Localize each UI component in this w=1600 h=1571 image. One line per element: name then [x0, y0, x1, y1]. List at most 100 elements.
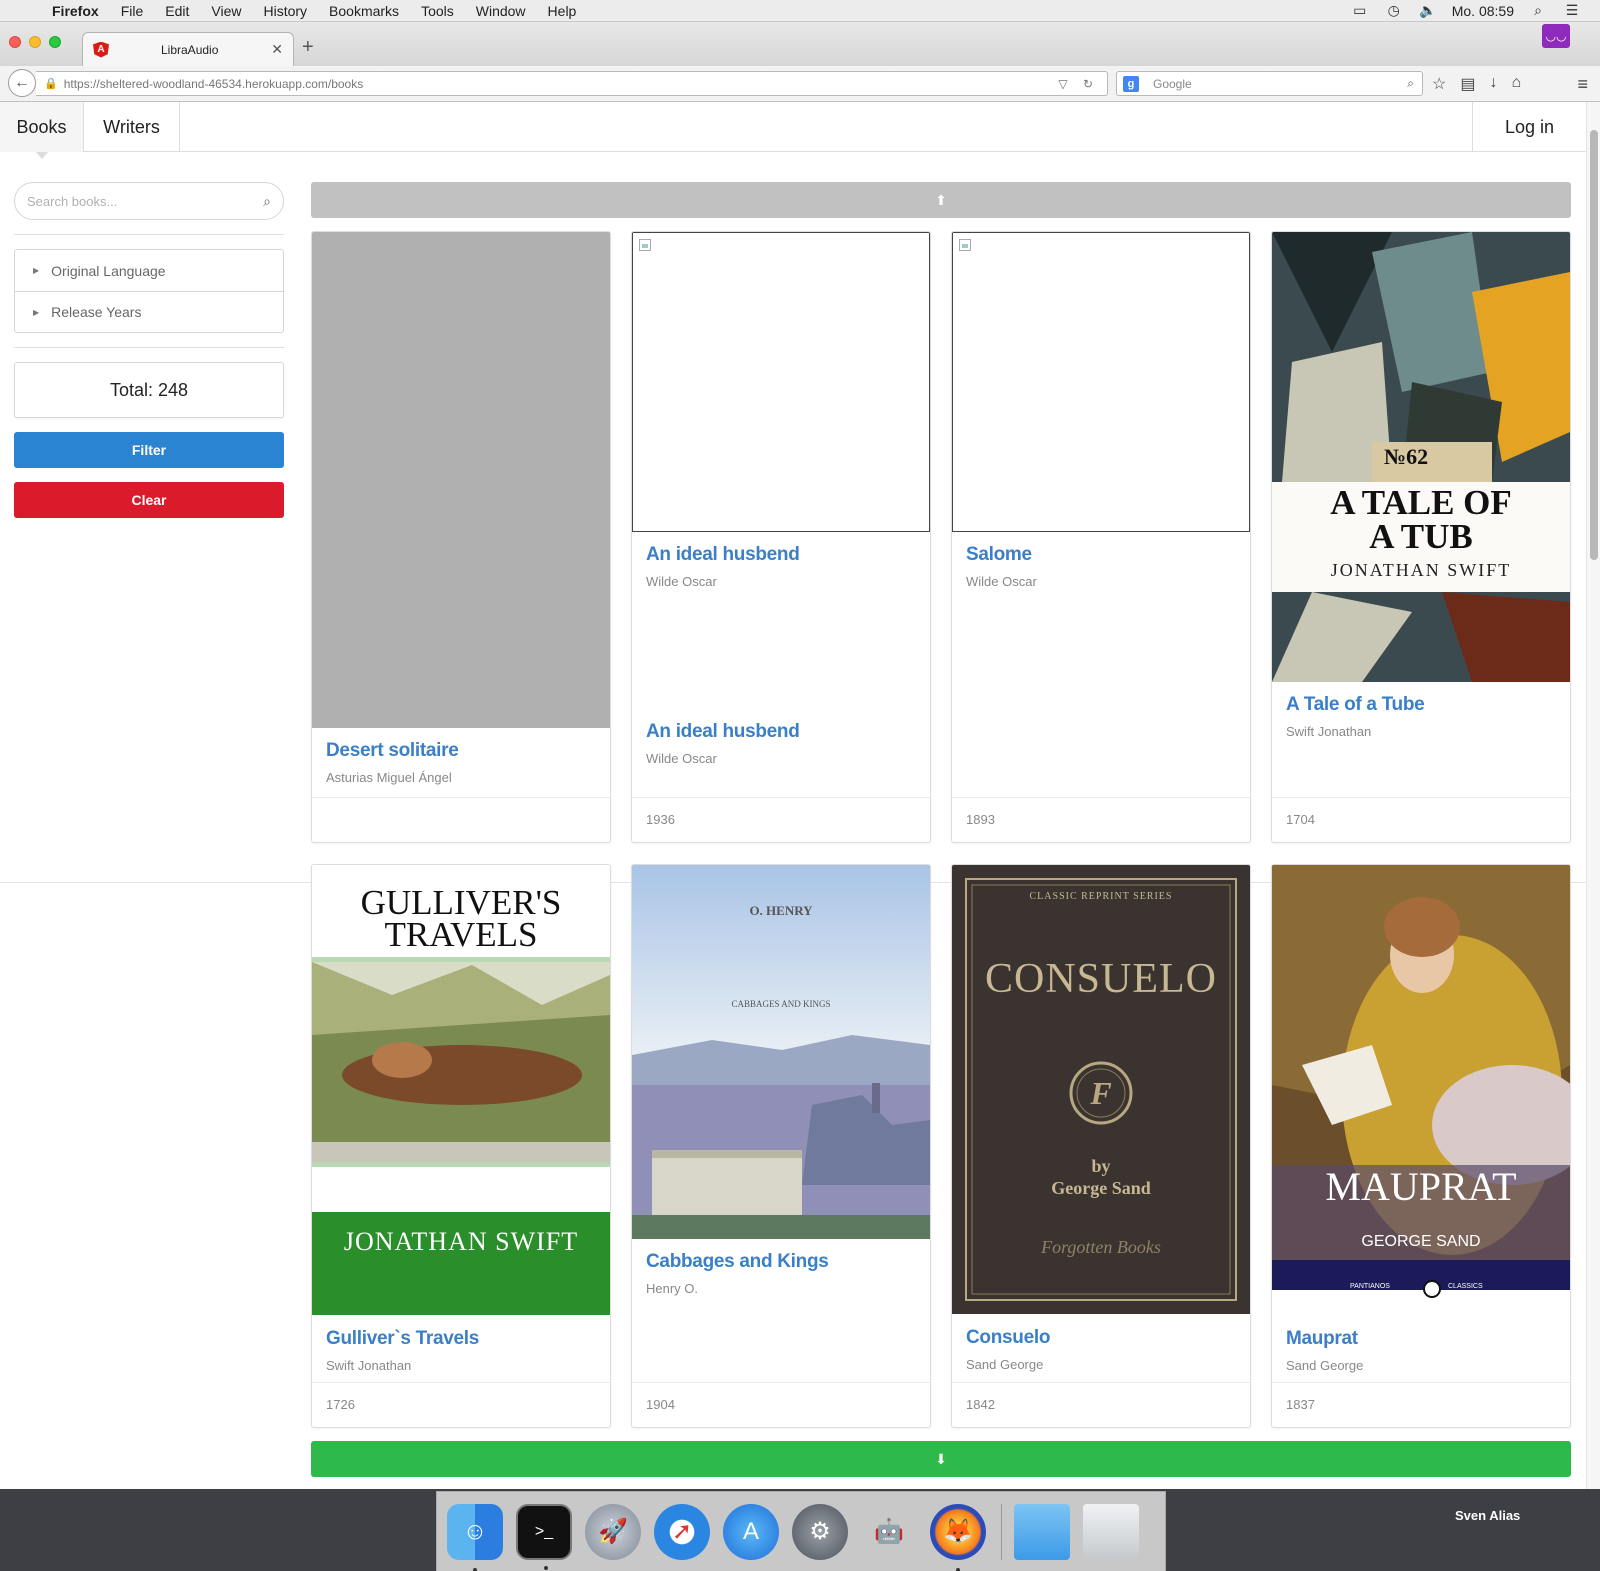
book-card[interactable]: Salome Wilde Oscar 1893: [951, 231, 1251, 843]
launchpad-icon[interactable]: 🚀: [585, 1503, 641, 1560]
book-cover-broken[interactable]: [632, 232, 930, 532]
book-author: Wilde Oscar: [646, 574, 717, 589]
search-icon[interactable]: ⌕: [263, 193, 271, 210]
browser-titlebar: A LibraAudio ✕ + ◡◡: [0, 22, 1600, 66]
time-machine-icon[interactable]: ◷: [1384, 2, 1404, 19]
book-title-link[interactable]: An ideal husbend: [646, 544, 800, 566]
scrollbar-thumb[interactable]: [1590, 130, 1598, 560]
cover-author-line: George Sand: [1051, 1178, 1151, 1198]
google-engine-icon[interactable]: g: [1123, 75, 1139, 92]
url-text[interactable]: https://sheltered-woodland-46534.herokua…: [64, 77, 364, 91]
menu-edit[interactable]: Edit: [165, 0, 189, 22]
cover-art: [632, 865, 930, 1239]
cover-title: A TALE OF A TUB: [1272, 485, 1570, 556]
reading-list-icon[interactable]: ▤: [1460, 74, 1475, 94]
previous-page-button[interactable]: ⬆: [311, 182, 1571, 218]
cover-author: JONATHAN SWIFT: [343, 1227, 579, 1256]
nav-tab-writers[interactable]: Writers: [84, 102, 180, 152]
clear-button[interactable]: Clear: [14, 482, 284, 518]
lock-icon[interactable]: 🔒: [44, 77, 58, 90]
book-card[interactable]: MAUPRAT GEORGE SAND PANTIANOS CLASSICS M…: [1271, 864, 1571, 1428]
filter-button[interactable]: Filter: [14, 432, 284, 468]
book-title-link[interactable]: Cabbages and Kings: [646, 1251, 829, 1273]
system-preferences-icon[interactable]: ⚙: [792, 1503, 848, 1560]
url-host: https://sheltered-woodland-46534.herokua…: [63, 76, 328, 91]
book-cover-consuelo[interactable]: CLASSIC REPRINT SERIES CONSUELO F by Geo…: [952, 865, 1250, 1314]
book-card[interactable]: №62 A TALE OF A TUB JONATHAN SWIFT A Tal…: [1271, 231, 1571, 843]
hamburger-menu-icon[interactable]: ≡: [1577, 74, 1588, 95]
filter-original-language[interactable]: ▶ Original Language: [15, 250, 283, 291]
menu-history[interactable]: History: [263, 0, 307, 22]
safari-icon[interactable]: ➚: [654, 1503, 710, 1560]
menubar-clock[interactable]: Mo. 08:59: [1452, 3, 1514, 19]
search-bar[interactable]: g Google ⌕: [1116, 71, 1423, 96]
cover-publisher: Forgotten Books: [1041, 1237, 1161, 1257]
cover-title-line: A TUB: [1369, 517, 1473, 556]
url-path: /books: [327, 76, 364, 91]
book-title-link[interactable]: An ideal husbend: [646, 721, 800, 743]
app-store-icon[interactable]: A: [723, 1503, 779, 1560]
menu-file[interactable]: File: [121, 0, 144, 22]
login-link[interactable]: Log in: [1472, 102, 1586, 152]
book-year: 1837: [1272, 1382, 1570, 1427]
book-card[interactable]: GULLIVER'S TRAVELS JONATHAN SWIFT Gulliv…: [311, 864, 611, 1428]
filter-release-years[interactable]: ▶ Release Years: [15, 291, 283, 332]
divider: [14, 234, 284, 235]
book-title-link[interactable]: A Tale of a Tube: [1286, 694, 1425, 716]
notification-center-icon[interactable]: ☰: [1562, 2, 1582, 19]
next-page-button[interactable]: ⬇: [311, 1441, 1571, 1477]
book-title-link[interactable]: Gulliver`s Travels: [326, 1328, 479, 1350]
book-card[interactable]: CLASSIC REPRINT SERIES CONSUELO F by Geo…: [951, 864, 1251, 1428]
search-icon[interactable]: ⌕: [1407, 76, 1414, 91]
maximize-window-button[interactable]: [49, 36, 61, 48]
book-title-link[interactable]: Desert solitaire: [326, 740, 459, 762]
url-bar[interactable]: 🔒 https://sheltered-woodland-46534.herok…: [36, 71, 1108, 96]
book-card[interactable]: Desert solitaire Asturias Miguel Ángel: [311, 231, 611, 843]
menu-help[interactable]: Help: [548, 0, 577, 22]
book-cover-placeholder[interactable]: [312, 232, 610, 728]
book-author: Swift Jonathan: [326, 1358, 412, 1373]
cover-title: CABBAGES AND KINGS: [731, 999, 831, 1009]
home-icon[interactable]: ⌂: [1511, 74, 1521, 94]
download-icon[interactable]: ↓: [1489, 74, 1497, 94]
book-cover-gullivers-travels[interactable]: GULLIVER'S TRAVELS JONATHAN SWIFT: [312, 865, 610, 1315]
volume-icon[interactable]: 🔈: [1418, 2, 1438, 19]
close-window-button[interactable]: [9, 36, 21, 48]
menu-view[interactable]: View: [211, 0, 241, 22]
book-title-link[interactable]: Salome: [966, 544, 1032, 566]
close-tab-icon[interactable]: ✕: [271, 41, 283, 58]
reload-icon[interactable]: ▽ ↻: [1058, 77, 1099, 91]
minimize-window-button[interactable]: [29, 36, 41, 48]
book-title-link[interactable]: Mauprat: [1286, 1328, 1358, 1350]
spotlight-icon[interactable]: ⌕: [1528, 2, 1548, 19]
display-icon[interactable]: ▭: [1350, 2, 1370, 19]
book-card[interactable]: An ideal husbend Wilde Oscar An ideal hu…: [631, 231, 931, 843]
book-search-input[interactable]: Search books... ⌕: [14, 182, 284, 220]
book-card[interactable]: O. HENRY CABBAGES AND KINGS Cabbages and…: [631, 864, 931, 1428]
book-title-link[interactable]: Consuelo: [966, 1327, 1050, 1349]
folder-icon[interactable]: [1014, 1503, 1070, 1560]
total-count: Total: 248: [14, 362, 284, 418]
menu-app-name[interactable]: Firefox: [52, 0, 99, 22]
cover-monogram: F: [1090, 1075, 1112, 1111]
nav-tab-books[interactable]: Books: [0, 102, 84, 152]
terminal-icon[interactable]: >_: [516, 1503, 572, 1570]
cover-number: №62: [1384, 444, 1429, 469]
bookmark-star-icon[interactable]: ☆: [1432, 74, 1446, 94]
new-tab-button[interactable]: +: [302, 36, 314, 59]
finder-icon[interactable]: ☺: [447, 1503, 503, 1571]
menu-window[interactable]: Window: [476, 0, 526, 22]
automator-icon[interactable]: 🤖: [861, 1504, 917, 1560]
page-scrollbar[interactable]: [1586, 102, 1600, 1489]
book-cover-tale-of-a-tub[interactable]: №62 A TALE OF A TUB JONATHAN SWIFT: [1272, 232, 1570, 682]
browser-tab[interactable]: A LibraAudio ✕: [82, 32, 294, 66]
back-button[interactable]: ←: [8, 69, 36, 97]
trash-icon[interactable]: [1083, 1503, 1139, 1560]
book-author: Henry O.: [646, 1281, 699, 1296]
book-cover-cabbages-and-kings[interactable]: O. HENRY CABBAGES AND KINGS: [632, 865, 930, 1239]
menu-tools[interactable]: Tools: [421, 0, 454, 22]
menu-bookmarks[interactable]: Bookmarks: [329, 0, 399, 22]
book-cover-mauprat[interactable]: MAUPRAT GEORGE SAND PANTIANOS CLASSICS: [1272, 865, 1570, 1315]
firefox-icon[interactable]: 🦊: [930, 1503, 986, 1571]
book-cover-broken[interactable]: [952, 232, 1250, 532]
